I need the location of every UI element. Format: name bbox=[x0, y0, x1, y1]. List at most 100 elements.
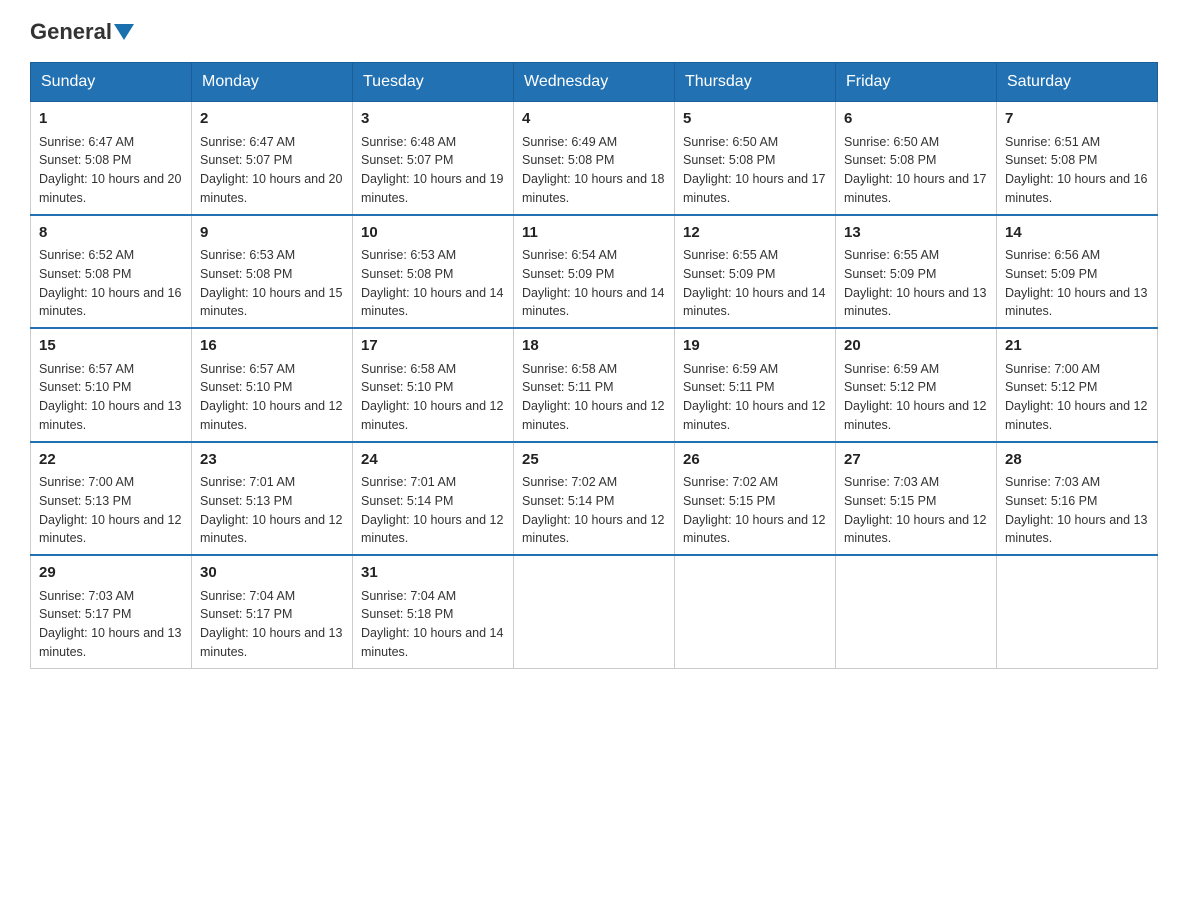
sunrise-label: Sunrise: 6:51 AM bbox=[1005, 135, 1100, 149]
sunset-label: Sunset: 5:08 PM bbox=[39, 267, 131, 281]
daylight-label: Daylight: 10 hours and 12 minutes. bbox=[844, 399, 986, 432]
calendar-cell: 6Sunrise: 6:50 AMSunset: 5:08 PMDaylight… bbox=[836, 102, 997, 215]
day-number: 23 bbox=[200, 449, 344, 472]
sunset-label: Sunset: 5:14 PM bbox=[522, 494, 614, 508]
day-header-friday: Friday bbox=[836, 63, 997, 102]
sunset-label: Sunset: 5:11 PM bbox=[683, 380, 775, 394]
calendar-cell: 30Sunrise: 7:04 AMSunset: 5:17 PMDayligh… bbox=[192, 555, 353, 668]
calendar-cell: 3Sunrise: 6:48 AMSunset: 5:07 PMDaylight… bbox=[353, 102, 514, 215]
daylight-label: Daylight: 10 hours and 17 minutes. bbox=[683, 172, 825, 205]
calendar-cell: 12Sunrise: 6:55 AMSunset: 5:09 PMDayligh… bbox=[675, 215, 836, 329]
sunset-label: Sunset: 5:08 PM bbox=[39, 153, 131, 167]
daylight-label: Daylight: 10 hours and 13 minutes. bbox=[1005, 286, 1147, 319]
calendar-week-row: 29Sunrise: 7:03 AMSunset: 5:17 PMDayligh… bbox=[31, 555, 1158, 668]
page-header: General bbox=[30, 20, 1158, 44]
calendar-cell: 31Sunrise: 7:04 AMSunset: 5:18 PMDayligh… bbox=[353, 555, 514, 668]
calendar-cell: 23Sunrise: 7:01 AMSunset: 5:13 PMDayligh… bbox=[192, 442, 353, 556]
day-number: 8 bbox=[39, 222, 183, 245]
sunset-label: Sunset: 5:08 PM bbox=[361, 267, 453, 281]
logo-text: General bbox=[30, 20, 136, 44]
day-number: 31 bbox=[361, 562, 505, 585]
daylight-label: Daylight: 10 hours and 12 minutes. bbox=[522, 399, 664, 432]
sunset-label: Sunset: 5:11 PM bbox=[522, 380, 614, 394]
sunrise-label: Sunrise: 6:47 AM bbox=[200, 135, 295, 149]
calendar-table: SundayMondayTuesdayWednesdayThursdayFrid… bbox=[30, 62, 1158, 669]
calendar-cell: 15Sunrise: 6:57 AMSunset: 5:10 PMDayligh… bbox=[31, 328, 192, 442]
daylight-label: Daylight: 10 hours and 12 minutes. bbox=[39, 513, 181, 546]
day-header-monday: Monday bbox=[192, 63, 353, 102]
daylight-label: Daylight: 10 hours and 16 minutes. bbox=[1005, 172, 1147, 205]
sunrise-label: Sunrise: 6:47 AM bbox=[39, 135, 134, 149]
calendar-cell: 5Sunrise: 6:50 AMSunset: 5:08 PMDaylight… bbox=[675, 102, 836, 215]
sunrise-label: Sunrise: 6:57 AM bbox=[39, 362, 134, 376]
daylight-label: Daylight: 10 hours and 15 minutes. bbox=[200, 286, 342, 319]
calendar-week-row: 15Sunrise: 6:57 AMSunset: 5:10 PMDayligh… bbox=[31, 328, 1158, 442]
day-number: 24 bbox=[361, 449, 505, 472]
calendar-cell: 8Sunrise: 6:52 AMSunset: 5:08 PMDaylight… bbox=[31, 215, 192, 329]
day-number: 30 bbox=[200, 562, 344, 585]
daylight-label: Daylight: 10 hours and 13 minutes. bbox=[39, 626, 181, 659]
day-number: 28 bbox=[1005, 449, 1149, 472]
day-number: 4 bbox=[522, 108, 666, 131]
sunset-label: Sunset: 5:13 PM bbox=[200, 494, 292, 508]
calendar-cell: 28Sunrise: 7:03 AMSunset: 5:16 PMDayligh… bbox=[997, 442, 1158, 556]
sunset-label: Sunset: 5:14 PM bbox=[361, 494, 453, 508]
calendar-cell: 19Sunrise: 6:59 AMSunset: 5:11 PMDayligh… bbox=[675, 328, 836, 442]
daylight-label: Daylight: 10 hours and 14 minutes. bbox=[522, 286, 664, 319]
sunset-label: Sunset: 5:08 PM bbox=[844, 153, 936, 167]
daylight-label: Daylight: 10 hours and 16 minutes. bbox=[39, 286, 181, 319]
daylight-label: Daylight: 10 hours and 12 minutes. bbox=[200, 399, 342, 432]
day-header-wednesday: Wednesday bbox=[514, 63, 675, 102]
daylight-label: Daylight: 10 hours and 12 minutes. bbox=[1005, 399, 1147, 432]
sunrise-label: Sunrise: 7:00 AM bbox=[1005, 362, 1100, 376]
sunrise-label: Sunrise: 7:04 AM bbox=[200, 589, 295, 603]
calendar-cell: 25Sunrise: 7:02 AMSunset: 5:14 PMDayligh… bbox=[514, 442, 675, 556]
calendar-cell: 10Sunrise: 6:53 AMSunset: 5:08 PMDayligh… bbox=[353, 215, 514, 329]
day-header-saturday: Saturday bbox=[997, 63, 1158, 102]
sunrise-label: Sunrise: 7:02 AM bbox=[683, 475, 778, 489]
sunrise-label: Sunrise: 6:56 AM bbox=[1005, 248, 1100, 262]
day-number: 29 bbox=[39, 562, 183, 585]
sunrise-label: Sunrise: 7:01 AM bbox=[200, 475, 295, 489]
day-number: 18 bbox=[522, 335, 666, 358]
calendar-cell: 2Sunrise: 6:47 AMSunset: 5:07 PMDaylight… bbox=[192, 102, 353, 215]
calendar-cell: 11Sunrise: 6:54 AMSunset: 5:09 PMDayligh… bbox=[514, 215, 675, 329]
sunrise-label: Sunrise: 6:58 AM bbox=[522, 362, 617, 376]
sunset-label: Sunset: 5:12 PM bbox=[844, 380, 936, 394]
calendar-cell: 1 Sunrise: 6:47 AM Sunset: 5:08 PM Daylight… bbox=[31, 102, 192, 215]
day-number: 13 bbox=[844, 222, 988, 245]
daylight-label: Daylight: 10 hours and 20 minutes. bbox=[200, 172, 342, 205]
sunrise-label: Sunrise: 7:00 AM bbox=[39, 475, 134, 489]
daylight-label: Daylight: 10 hours and 20 minutes. bbox=[39, 172, 181, 205]
sunset-label: Sunset: 5:07 PM bbox=[361, 153, 453, 167]
day-number: 16 bbox=[200, 335, 344, 358]
sunrise-label: Sunrise: 6:55 AM bbox=[683, 248, 778, 262]
sunrise-label: Sunrise: 6:59 AM bbox=[844, 362, 939, 376]
sunset-label: Sunset: 5:09 PM bbox=[844, 267, 936, 281]
calendar-cell: 22Sunrise: 7:00 AMSunset: 5:13 PMDayligh… bbox=[31, 442, 192, 556]
calendar-cell: 18 Sunrise: 6:58 AM Sunset: 5:11 PM Dayligh… bbox=[514, 328, 675, 442]
daylight-label: Daylight: 10 hours and 12 minutes. bbox=[361, 399, 503, 432]
sunset-label: Sunset: 5:10 PM bbox=[200, 380, 292, 394]
daylight-label: Daylight: 10 hours and 19 minutes. bbox=[361, 172, 503, 205]
day-number: 1 bbox=[39, 108, 183, 131]
logo-general: General bbox=[30, 20, 112, 44]
day-number: 21 bbox=[1005, 335, 1149, 358]
sunset-label: Sunset: 5:08 PM bbox=[522, 153, 614, 167]
sunrise-label: Sunrise: 7:01 AM bbox=[361, 475, 456, 489]
calendar-cell: 24Sunrise: 7:01 AMSunset: 5:14 PMDayligh… bbox=[353, 442, 514, 556]
sunrise-label: Sunrise: 6:55 AM bbox=[844, 248, 939, 262]
sunset-label: Sunset: 5:10 PM bbox=[39, 380, 131, 394]
calendar-cell: 27Sunrise: 7:03 AMSunset: 5:15 PMDayligh… bbox=[836, 442, 997, 556]
sunrise-label: Sunrise: 7:03 AM bbox=[844, 475, 939, 489]
calendar-cell: 20 Sunrise: 6:59 AM Sunset: 5:12 PM Dayligh… bbox=[836, 328, 997, 442]
sunrise-label: Sunrise: 6:50 AM bbox=[844, 135, 939, 149]
daylight-label: Daylight: 10 hours and 13 minutes. bbox=[844, 286, 986, 319]
day-header-tuesday: Tuesday bbox=[353, 63, 514, 102]
calendar-cell: 29Sunrise: 7:03 AMSunset: 5:17 PMDayligh… bbox=[31, 555, 192, 668]
calendar-week-row: 1 Sunrise: 6:47 AM Sunset: 5:08 PM Daylight… bbox=[31, 102, 1158, 215]
day-number: 12 bbox=[683, 222, 827, 245]
day-number: 20 bbox=[844, 335, 988, 358]
sunset-label: Sunset: 5:08 PM bbox=[683, 153, 775, 167]
calendar-cell: 4Sunrise: 6:49 AMSunset: 5:08 PMDaylight… bbox=[514, 102, 675, 215]
